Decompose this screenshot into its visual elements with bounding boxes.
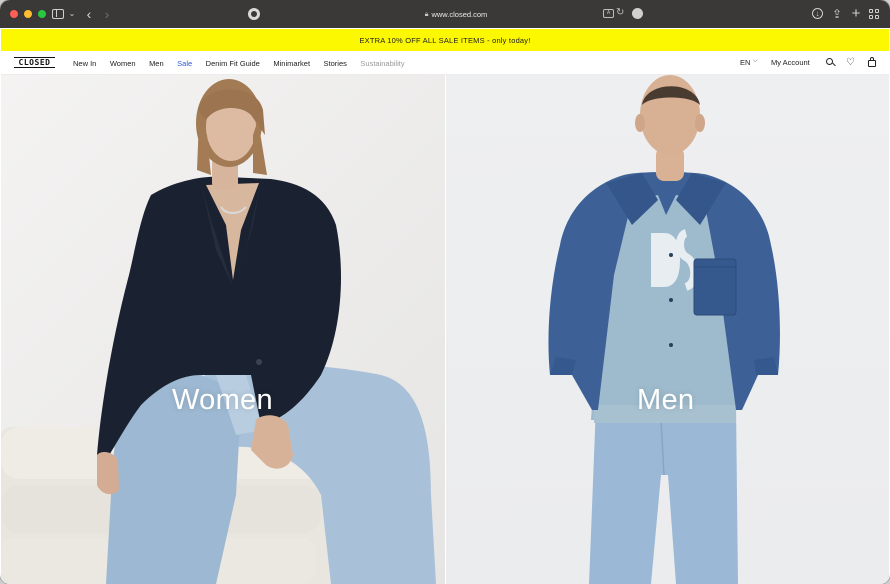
zoom-window-button[interactable] (38, 10, 46, 18)
share-icon[interactable]: ⇪ (830, 7, 844, 21)
nav-link-new-in[interactable]: New In (73, 59, 96, 68)
nav-link-women[interactable]: Women (110, 59, 136, 68)
close-window-button[interactable] (10, 10, 18, 18)
sidebar-icon[interactable] (52, 7, 66, 21)
minimize-window-button[interactable] (24, 10, 32, 18)
nav-link-men[interactable]: Men (149, 59, 164, 68)
women-model-photo (1, 79, 436, 584)
extension-icon[interactable] (632, 8, 643, 19)
window-controls (10, 10, 46, 18)
forward-icon[interactable]: › (100, 7, 114, 21)
url-text: www.closed.com (431, 10, 488, 19)
hero-women[interactable]: Women (1, 75, 445, 584)
promo-banner[interactable]: EXTRA 10% OFF ALL SALE ITEMS - only toda… (1, 29, 889, 51)
promo-text: EXTRA 10% OFF ALL SALE ITEMS - only toda… (359, 35, 531, 45)
main-nav: New In Women Men Sale Denim Fit Guide Mi… (73, 51, 418, 75)
nav-link-stories[interactable]: Stories (324, 59, 347, 68)
browser-window: ⌄ ‹ › 🔒︎ www.closed.com A ↻ ↓ ⇪ + EXTRA … (0, 0, 890, 584)
language-selector[interactable]: EN (740, 58, 750, 67)
my-account-link[interactable]: My Account (771, 58, 810, 67)
hero-men-title[interactable]: Men (637, 384, 694, 417)
nav-link-minimarket[interactable]: Minimarket (273, 59, 310, 68)
chevron-down-icon[interactable]: ⌵ (753, 58, 758, 65)
new-tab-icon[interactable]: + (849, 6, 863, 21)
back-icon[interactable]: ‹ (82, 7, 96, 21)
heart-icon[interactable]: ♡ (846, 57, 856, 68)
hero-women-title[interactable]: Women (172, 384, 273, 417)
tab-overview-icon[interactable] (868, 7, 882, 21)
site-header: CLOSED New In Women Men Sale Denim Fit G… (1, 51, 889, 75)
download-icon[interactable]: ↓ (811, 7, 825, 21)
nav-link-denim-fit-guide[interactable]: Denim Fit Guide (206, 59, 260, 68)
men-model-photo (548, 75, 780, 584)
nav-link-sustainability[interactable]: Sustainability (360, 59, 404, 68)
address-bar[interactable]: 🔒︎ www.closed.com (266, 6, 646, 23)
browser-toolbar: ⌄ ‹ › 🔒︎ www.closed.com A ↻ ↓ ⇪ + (0, 0, 890, 28)
privacy-report-icon[interactable] (248, 8, 260, 20)
chevron-down-icon[interactable]: ⌄ (65, 7, 79, 21)
lock-icon: 🔒︎ (424, 10, 429, 18)
hero-men[interactable]: Men (446, 75, 889, 584)
search-icon[interactable] (826, 57, 836, 68)
bag-icon[interactable] (867, 57, 877, 68)
translate-icon[interactable]: A (603, 9, 614, 18)
closed-logo[interactable]: CLOSED (14, 57, 55, 68)
reload-icon[interactable]: ↻ (616, 7, 624, 18)
nav-link-sale[interactable]: Sale (177, 59, 192, 68)
